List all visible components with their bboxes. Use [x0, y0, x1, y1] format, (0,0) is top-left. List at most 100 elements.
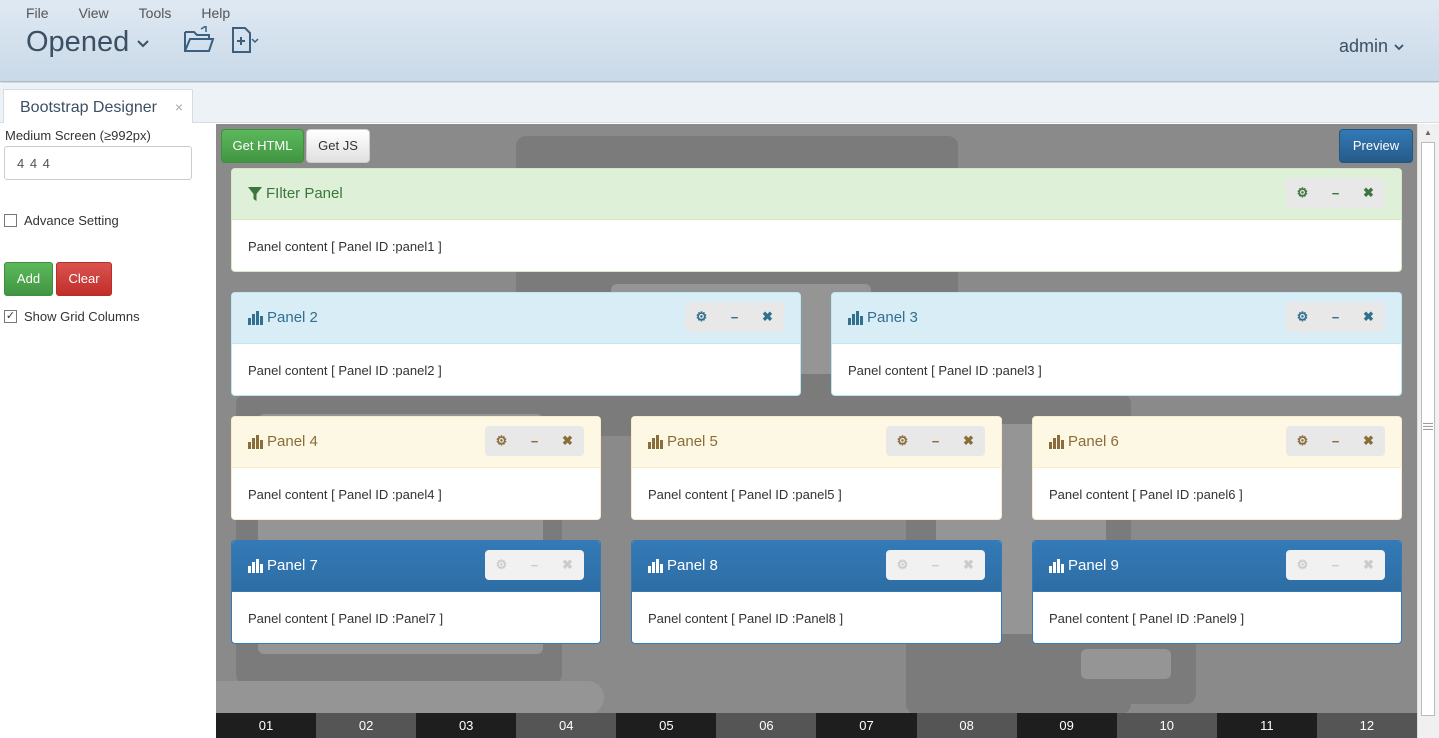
grid-column-label: 05: [616, 713, 717, 738]
menu-tools[interactable]: Tools: [139, 5, 172, 21]
close-icon[interactable]: ✖: [1352, 309, 1385, 325]
settings-icon[interactable]: ⚙: [685, 309, 718, 325]
clear-button[interactable]: Clear: [56, 262, 112, 296]
panel-4[interactable]: Panel 4 ⚙ − ✖ Panel content [ Panel ID :…: [231, 416, 601, 520]
canvas-scrollbar[interactable]: ▲ — — —: [1417, 124, 1439, 738]
grid-column-label: 01: [216, 713, 317, 738]
username: admin: [1338, 36, 1388, 56]
panel-tools: ⚙ − ✖: [1286, 550, 1385, 580]
close-icon[interactable]: ✖: [952, 433, 985, 449]
user-menu[interactable]: admin: [1339, 36, 1405, 57]
preview-button[interactable]: Preview: [1339, 129, 1413, 163]
panel-9[interactable]: Panel 9 ⚙ − ✖ Panel content [ Panel ID :…: [1032, 540, 1402, 644]
opened-dropdown[interactable]: Opened: [26, 26, 151, 59]
panel-title: Panel 9: [1068, 557, 1119, 574]
panel-5[interactable]: Panel 5 ⚙ − ✖ Panel content [ Panel ID :…: [631, 416, 1002, 520]
advance-setting-label: Advance Setting: [24, 213, 119, 228]
minimize-icon[interactable]: −: [1319, 310, 1352, 325]
minimize-icon[interactable]: −: [919, 434, 952, 449]
menu-view[interactable]: View: [79, 5, 109, 21]
screen-size-label: Medium Screen (≥992px): [5, 128, 151, 143]
settings-icon[interactable]: ⚙: [1286, 185, 1319, 201]
get-js-button[interactable]: Get JS: [306, 129, 370, 163]
panel-heading: Panel 8 ⚙ − ✖: [632, 541, 1001, 592]
grid-column-label: 11: [1216, 713, 1317, 738]
panel-title: FIlter Panel: [266, 185, 343, 202]
panel-body: Panel content [ Panel ID :Panel7 ]: [248, 611, 444, 626]
add-button[interactable]: Add: [4, 262, 53, 296]
panel-tools: ⚙ − ✖: [1286, 178, 1385, 208]
columns-input[interactable]: [4, 146, 192, 180]
minimize-icon[interactable]: −: [518, 558, 551, 573]
advance-setting-checkbox[interactable]: [4, 214, 17, 227]
settings-icon[interactable]: ⚙: [485, 433, 518, 449]
settings-icon[interactable]: ⚙: [886, 557, 919, 573]
panel-body: Panel content [ Panel ID :panel1 ]: [248, 239, 442, 254]
grid-columns-bar: 01 02 03 04 05 06 07 08 09 10 11 12: [216, 713, 1417, 738]
panel-heading: Panel 2 ⚙ − ✖: [232, 293, 800, 344]
close-icon[interactable]: ✖: [1352, 433, 1385, 449]
grid-column-label: 06: [716, 713, 817, 738]
grid-column-label: 08: [916, 713, 1017, 738]
panel-tools: ⚙ − ✖: [886, 426, 985, 456]
get-html-button[interactable]: Get HTML: [221, 129, 304, 163]
close-icon[interactable]: ✖: [751, 309, 784, 325]
minimize-icon[interactable]: −: [1319, 434, 1352, 449]
minimize-icon[interactable]: −: [1319, 558, 1352, 573]
panel-3[interactable]: Panel 3 ⚙ − ✖ Panel content [ Panel ID :…: [831, 292, 1402, 396]
panel-heading: Panel 5 ⚙ − ✖: [632, 417, 1001, 468]
panel-7[interactable]: Panel 7 ⚙ − ✖ Panel content [ Panel ID :…: [231, 540, 601, 644]
chevron-down-icon: [137, 40, 149, 48]
panel-tools: ⚙ − ✖: [1286, 302, 1385, 332]
close-icon[interactable]: ✖: [551, 433, 584, 449]
close-icon[interactable]: ✖: [952, 557, 985, 573]
chevron-down-icon: [1394, 43, 1404, 50]
grid-column-label: 02: [316, 713, 417, 738]
bar-chart-icon: [248, 310, 263, 325]
close-icon[interactable]: ×: [175, 99, 183, 115]
grid-column-label: 10: [1116, 713, 1217, 738]
panel-title: Panel 7: [267, 557, 318, 574]
settings-icon[interactable]: ⚙: [1286, 309, 1319, 325]
panel-body: Panel content [ Panel ID :panel6 ]: [1049, 487, 1243, 502]
menu-file[interactable]: File: [26, 5, 49, 21]
panel-1[interactable]: FIlter Panel ⚙ − ✖ Panel content [ Panel…: [231, 168, 1402, 272]
panel-heading: Panel 6 ⚙ − ✖: [1033, 417, 1401, 468]
panel-heading: Panel 4 ⚙ − ✖: [232, 417, 600, 468]
panel-2[interactable]: Panel 2 ⚙ − ✖ Panel content [ Panel ID :…: [231, 292, 801, 396]
panel-body: Panel content [ Panel ID :panel4 ]: [248, 487, 442, 502]
panel-heading: Panel 7 ⚙ − ✖: [232, 541, 600, 592]
settings-icon[interactable]: ⚙: [1286, 557, 1319, 573]
settings-icon[interactable]: ⚙: [886, 433, 919, 449]
close-icon[interactable]: ✖: [1352, 185, 1385, 201]
panel-body: Panel content [ Panel ID :Panel9 ]: [1049, 611, 1245, 626]
new-file-icon[interactable]: [231, 26, 261, 54]
open-folder-icon[interactable]: [183, 26, 215, 54]
close-icon[interactable]: ✖: [1352, 557, 1385, 573]
tab-strip: Bootstrap Designer ×: [0, 83, 1439, 125]
background-laptop-base: [216, 681, 604, 714]
filter-icon: [248, 186, 262, 201]
background-phone-screen: [1081, 649, 1171, 679]
panel-tools: ⚙ − ✖: [485, 550, 584, 580]
panel-tools: ⚙ − ✖: [1286, 426, 1385, 456]
show-grid-checkbox[interactable]: ✓: [4, 310, 17, 323]
minimize-icon[interactable]: −: [1319, 186, 1352, 201]
panel-heading: Panel 9 ⚙ − ✖: [1033, 541, 1401, 592]
minimize-icon[interactable]: −: [718, 310, 751, 325]
show-grid-label: Show Grid Columns: [24, 309, 140, 324]
menu-bar: File View Tools Help: [26, 5, 260, 21]
sidebar: Medium Screen (≥992px) Advance Setting A…: [0, 123, 216, 738]
panel-6[interactable]: Panel 6 ⚙ − ✖ Panel content [ Panel ID :…: [1032, 416, 1402, 520]
close-icon[interactable]: ✖: [551, 557, 584, 573]
grid-column-label: 07: [816, 713, 917, 738]
minimize-icon[interactable]: −: [518, 434, 551, 449]
minimize-icon[interactable]: −: [919, 558, 952, 573]
scroll-up-arrow-icon[interactable]: ▲: [1424, 128, 1432, 137]
panel-tools: ⚙ − ✖: [485, 426, 584, 456]
tab-bootstrap-designer[interactable]: Bootstrap Designer ×: [3, 89, 193, 125]
settings-icon[interactable]: ⚙: [485, 557, 518, 573]
settings-icon[interactable]: ⚙: [1286, 433, 1319, 449]
panel-8[interactable]: Panel 8 ⚙ − ✖ Panel content [ Panel ID :…: [631, 540, 1002, 644]
menu-help[interactable]: Help: [201, 5, 230, 21]
